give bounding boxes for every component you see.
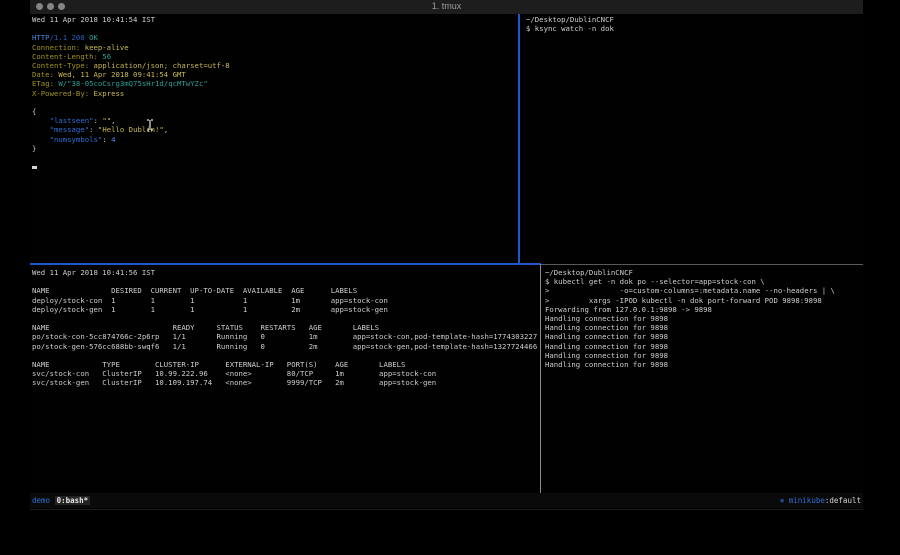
terminal-line: > -o=custom-columns=:metadata.name --no-… [545, 286, 863, 295]
terminal-line [32, 24, 520, 33]
terminal-line: Connection: keep-alive [32, 43, 520, 52]
terminal-line [32, 314, 541, 323]
terminal-line: deploy/stock-gen 1 1 1 1 2m app=stock-ge… [32, 305, 541, 314]
pane-divider-horizontal-active[interactable] [30, 263, 541, 265]
pane-divider-vertical-active[interactable] [518, 14, 520, 265]
kubernetes-helm-icon: ⎈ [780, 496, 789, 505]
window-titlebar[interactable]: 1. tmux [30, 0, 863, 15]
kube-namespace: :default [825, 496, 861, 505]
terminal-line: po/stock-con-5cc874766c-2p6rp 1/1 Runnin… [32, 332, 541, 341]
terminal-line: deploy/stock-con 1 1 1 1 1m app=stock-co… [32, 296, 541, 305]
terminal-window: 1. tmux Wed 11 Apr 2018 10:41:54 IST HTTP… [30, 0, 863, 510]
pane-port-forward[interactable]: ~/Desktop/DublinCNCF$ kubectl get -n dok… [543, 266, 863, 495]
terminal-line [32, 277, 541, 286]
terminal-line: $ kubectl get -n dok po --selector=app=s… [545, 277, 863, 286]
terminal-line [32, 98, 520, 107]
pane-ksync-watch[interactable]: ~/Desktop/DublinCNCF$ ksync watch -n dok [521, 14, 866, 265]
terminal-line: "numsymbols": 4 [32, 135, 520, 144]
terminal-line: ~/Desktop/DublinCNCF [545, 268, 863, 277]
terminal-line: Handling connection for 9898 [545, 360, 863, 369]
terminal-line: Wed 11 Apr 2018 10:41:56 IST [32, 268, 541, 277]
terminal-line: { [32, 107, 520, 116]
terminal-line [32, 153, 520, 162]
terminal-line [32, 351, 541, 360]
tmux-session: Wed 11 Apr 2018 10:41:54 IST HTTP/1.1 200… [30, 14, 863, 493]
terminal-line: Handling connection for 9898 [545, 314, 863, 323]
terminal-line: "message": "Hello Dublin!", [32, 125, 520, 134]
terminal-line: svc/stock-gen ClusterIP 10.109.197.74 <n… [32, 378, 541, 387]
status-left: demo 0:bash* [32, 493, 90, 508]
terminal-line: X-Powered-By: Express [32, 89, 520, 98]
desktop: 1. tmux Wed 11 Apr 2018 10:41:54 IST HTTP… [0, 0, 900, 555]
status-right: ⎈ minikube:default [780, 493, 861, 508]
terminal-line: "lastseen": "", [32, 116, 520, 125]
pane-kubectl-get[interactable]: Wed 11 Apr 2018 10:41:56 IST NAME DESIRED… [30, 266, 541, 495]
terminal-line: Content-Length: 56 [32, 52, 520, 61]
terminal-line: NAME READY STATUS RESTARTS AGE LABELS [32, 323, 541, 332]
terminal-line: po/stock-gen-576cc688bb-swqf6 1/1 Runnin… [32, 342, 541, 351]
terminal-line: HTTP/1.1 200 OK [32, 33, 520, 42]
terminal-line: } [32, 144, 520, 153]
terminal-line: Handling connection for 9898 [545, 342, 863, 351]
terminal-line: Handling connection for 9898 [545, 351, 863, 360]
kube-context: minikube [789, 496, 825, 505]
terminal-line: ETag: W/"38-05coCsrg3mQ75sHr1d/qcMTwYZc" [32, 79, 520, 88]
pane-http-response[interactable]: Wed 11 Apr 2018 10:41:54 IST HTTP/1.1 200… [30, 14, 520, 265]
window-tab[interactable]: 0:bash* [55, 496, 91, 505]
terminal-line: > xargs -IPOD kubectl -n dok port-forwar… [545, 296, 863, 305]
terminal-line: Wed 11 Apr 2018 10:41:54 IST [32, 15, 520, 24]
terminal-line: $ ksync watch -n dok [526, 24, 866, 33]
terminal-line: Date: Wed, 11 Apr 2018 09:41:54 GMT [32, 70, 520, 79]
terminal-line: Content-Type: application/json; charset=… [32, 61, 520, 70]
window-title: 1. tmux [30, 1, 863, 11]
terminal-line: NAME DESIRED CURRENT UP-TO-DATE AVAILABL… [32, 286, 541, 295]
terminal-line: Handling connection for 9898 [545, 332, 863, 341]
pane-divider-horizontal[interactable] [541, 264, 863, 265]
terminal-line: Handling connection for 9898 [545, 323, 863, 332]
terminal-line [32, 162, 520, 171]
session-name[interactable]: demo [32, 496, 50, 505]
tmux-status-bar: demo 0:bash* ⎈ minikube:default [30, 493, 863, 508]
terminal-line: NAME TYPE CLUSTER-IP EXTERNAL-IP PORT(S)… [32, 360, 541, 369]
text-cursor-pointer [146, 119, 154, 131]
terminal-line: svc/stock-con ClusterIP 10.99.222.96 <no… [32, 369, 541, 378]
terminal-line: ~/Desktop/DublinCNCF [526, 15, 866, 24]
terminal-line: Forwarding from 127.0.0.1:9898 -> 9898 [545, 305, 863, 314]
